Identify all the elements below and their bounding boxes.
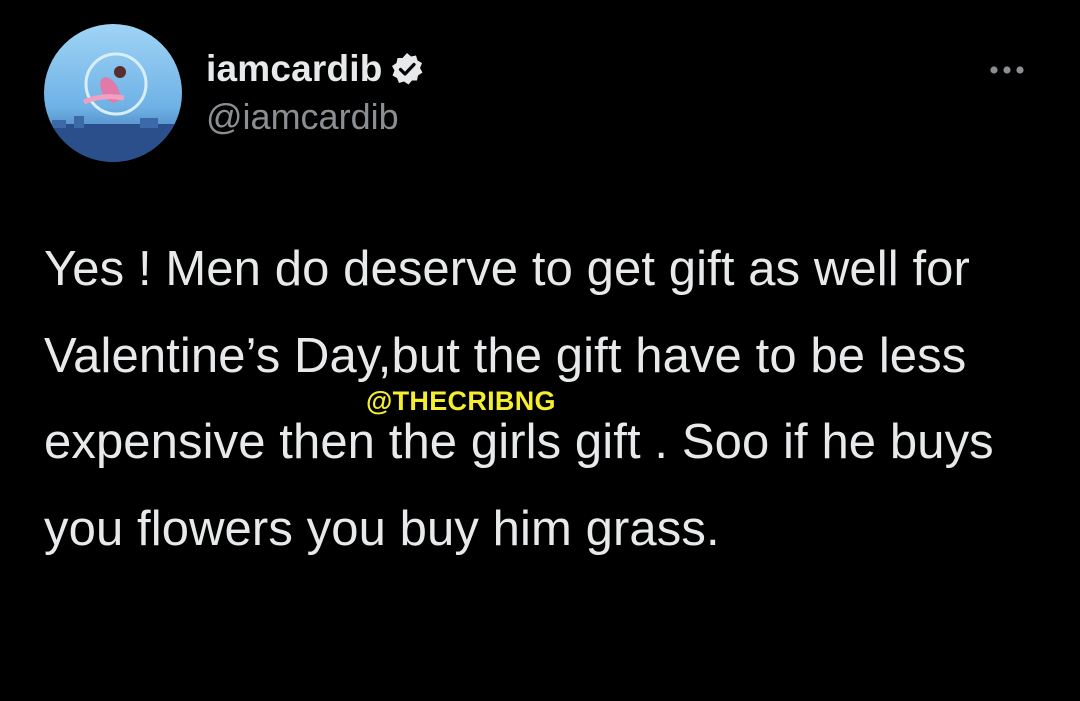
display-name-row[interactable]: iamcardib [206,48,425,90]
verified-badge-icon [389,51,425,87]
avatar-image [44,24,182,162]
watermark: @THECRIBNG [366,386,556,416]
user-handle[interactable]: @iamcardib [206,96,399,138]
avatar[interactable] [44,24,182,162]
more-options-icon[interactable] [986,56,1030,84]
display-name[interactable]: iamcardib [206,48,383,90]
